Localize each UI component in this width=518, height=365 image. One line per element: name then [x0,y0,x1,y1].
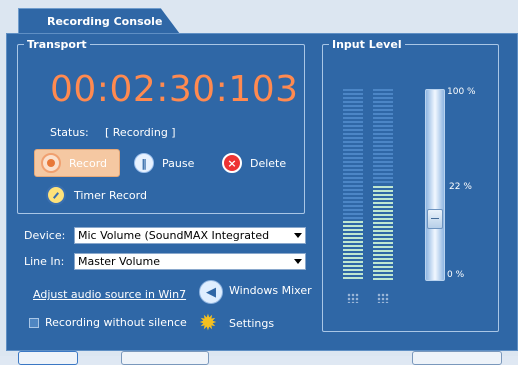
recording-without-silence-checkbox[interactable] [29,318,39,328]
timer-icon [46,185,66,205]
window: Recording Console Transport 00:02:30:103… [0,0,518,365]
recording-console-panel: Transport 00:02:30:103 Status: [ Recordi… [6,33,518,351]
transport-group: Transport 00:02:30:103 Status: [ Recordi… [17,38,305,214]
right-level-meter [373,87,393,281]
status-value: [ Recording ] [105,126,176,139]
bottom-button-2[interactable] [121,351,209,365]
status-label: Status: [50,126,89,139]
line-in-selected-value: Master Volume [78,255,160,268]
speaker-icon[interactable]: ◀ [199,280,223,304]
device-label: Device: [24,229,66,242]
device-selected-value: Mic Volume (SoundMAX Integrated [78,229,270,242]
input-level-group: Input Level 100 % 22 % 0 % [322,38,499,332]
input-level-slider[interactable] [425,89,445,281]
delete-label: Delete [250,156,287,170]
bottom-button-3[interactable] [412,351,502,365]
left-level-fill [343,218,363,281]
gear-icon[interactable]: ✹ [197,311,219,336]
input-level-slider-thumb[interactable] [427,209,443,229]
tick-label-0: 0 % [447,270,465,280]
record-label: Record [69,156,108,170]
windows-mixer-link[interactable]: Windows Mixer [229,284,312,297]
record-icon [41,153,61,173]
tick-label-100: 100 % [447,87,476,97]
line-in-select[interactable]: Master Volume [74,253,306,270]
pause-label: Pause [162,156,195,170]
bottom-button-1[interactable] [18,351,78,365]
right-peak-indicator [377,293,389,303]
line-in-label: Line In: [24,255,65,268]
tab-recording-console[interactable]: Recording Console [18,8,180,34]
delete-button[interactable]: × Delete [216,149,296,177]
timer-record-label: Timer Record [74,188,147,202]
left-peak-indicator [347,293,359,303]
input-level-legend: Input Level [332,38,402,51]
record-button[interactable]: Record [34,149,120,177]
timer-record-button[interactable]: Timer Record [40,181,150,209]
transport-legend: Transport [27,38,87,51]
device-select[interactable]: Mic Volume (SoundMAX Integrated [74,227,306,244]
left-level-meter [343,87,363,281]
adjust-audio-source-link[interactable]: Adjust audio source in Win7 [33,288,186,301]
tab-label: Recording Console [47,15,163,28]
elapsed-timer: 00:02:30:103 [50,69,299,110]
delete-icon: × [222,153,242,173]
chevron-down-icon [294,259,302,264]
chevron-down-icon [294,233,302,238]
pause-button[interactable]: ‖ Pause [128,149,208,177]
right-level-fill [373,184,393,281]
pause-icon: ‖ [134,153,154,173]
settings-link[interactable]: Settings [229,317,274,330]
recording-without-silence-label: Recording without silence [45,316,187,329]
tick-label-22: 22 % [449,182,472,192]
